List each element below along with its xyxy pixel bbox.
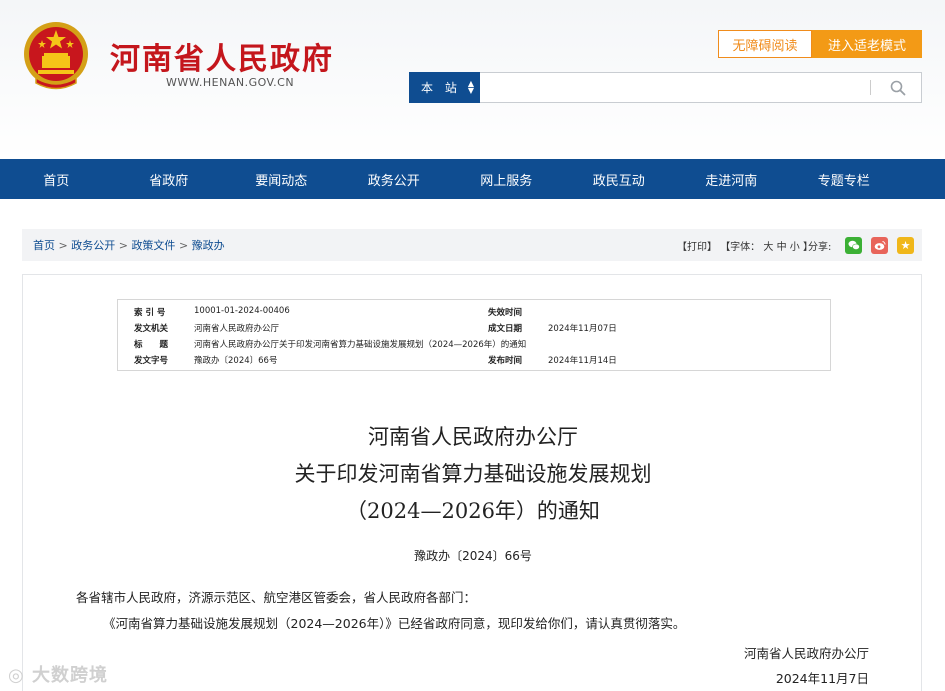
breadcrumb-separator: > — [178, 239, 189, 252]
updown-arrow-icon: ▲ ▼ — [467, 79, 474, 95]
watermark-text: 大数跨境 — [32, 665, 108, 686]
meta-index-value: 10001-01-2024-00406 — [194, 306, 290, 316]
nav-item-interaction[interactable]: 政民互动 — [563, 159, 676, 199]
doc-title-line-1: 河南省人民政府办公厅 — [368, 425, 578, 449]
nav-item-special-topics[interactable]: 专题专栏 — [788, 159, 901, 199]
meta-title-label: 标 题 — [134, 340, 169, 350]
breadcrumb-yuzhengban[interactable]: 豫政办 — [192, 239, 225, 252]
meta-docno-label: 发文字号 — [134, 356, 169, 366]
nav-item-home[interactable]: 首页 — [0, 159, 113, 199]
breadcrumb-public-affairs[interactable]: 政务公开 — [71, 239, 115, 252]
breadcrumb-policy-docs[interactable]: 政策文件 — [131, 239, 175, 252]
weibo-icon — [874, 241, 886, 250]
favorite-star-icon[interactable]: ★ — [897, 237, 914, 254]
search-icon[interactable] — [890, 80, 906, 96]
doc-title-line-2: 关于印发河南省算力基础设施发展规划 — [294, 462, 652, 486]
meta-issuer-label: 发文机关 — [134, 324, 169, 334]
font-small-button[interactable]: 小 — [790, 242, 800, 253]
search-scope-select[interactable]: 本 站 ▲ ▼ — [409, 72, 480, 103]
site-url: WWW.HENAN.GOV.CN — [166, 76, 295, 89]
meta-title-value: 河南省人民政府办公厅关于印发河南省算力基础设施发展规划（2024—2026年）的… — [194, 340, 527, 350]
watermark: ◎ 大数跨境 — [8, 661, 108, 687]
site-header: 河南省人民政府 WWW.HENAN.GOV.CN 无障碍阅读 进入适老模式 本 … — [0, 0, 945, 159]
meta-docno-value: 豫政办〔2024〕66号 — [194, 356, 278, 366]
page-tools: 【打印】 【字体： 大 中 小 】 — [677, 238, 813, 253]
meta-expire-label: 失效时间 — [488, 308, 523, 318]
search-input[interactable] — [480, 72, 922, 103]
doc-number: 豫政办〔2024〕66号 — [414, 549, 532, 563]
watermark-logo-icon: ◎ — [8, 665, 25, 686]
doc-sign-date: 2024年11月7日 — [775, 671, 869, 686]
site-title[interactable]: 河南省人民政府 — [110, 34, 334, 78]
wechat-icon — [848, 240, 860, 250]
breadcrumb-home[interactable]: 首页 — [33, 239, 55, 252]
breadcrumb: 首页 > 政务公开 > 政策文件 > 豫政办 — [33, 237, 225, 253]
weibo-share-icon[interactable] — [871, 237, 888, 254]
meta-date-label: 成文日期 — [488, 324, 523, 334]
breadcrumb-bar: 首页 > 政务公开 > 政策文件 > 豫政办 【打印】 【字体： 大 中 小 】… — [22, 229, 922, 261]
breadcrumb-separator: > — [58, 239, 68, 252]
nav-item-news[interactable]: 要闻动态 — [225, 159, 338, 199]
nav-item-about-henan[interactable]: 走进河南 — [675, 159, 788, 199]
search-scope-label: 本 站 — [421, 81, 461, 95]
meta-date-value: 2024年11月07日 — [548, 324, 617, 334]
main-nav: 首页 省政府 要闻动态 政务公开 网上服务 政民互动 走进河南 专题专栏 — [0, 159, 945, 199]
elder-mode-button[interactable]: 进入适老模式 — [812, 30, 922, 58]
doc-body-paragraph: 《河南省算力基础设施发展规划（2024—2026年）》已经省政府同意，现印发给你… — [103, 616, 686, 631]
nav-item-online-services[interactable]: 网上服务 — [450, 159, 563, 199]
doc-signer: 河南省人民政府办公厅 — [743, 646, 869, 661]
font-size-label: 【字体： — [720, 242, 761, 253]
font-medium-button[interactable]: 中 — [777, 242, 787, 253]
article-container: 索 引 号 10001-01-2024-00406 失效时间 发文机关 河南省人… — [22, 274, 922, 691]
print-button[interactable]: 【打印】 — [677, 242, 717, 253]
font-large-button[interactable]: 大 — [763, 242, 773, 253]
nav-item-government[interactable]: 省政府 — [113, 159, 226, 199]
wechat-share-icon[interactable] — [845, 237, 862, 254]
document-meta-table: 索 引 号 10001-01-2024-00406 失效时间 发文机关 河南省人… — [117, 299, 831, 371]
nav-item-public-affairs[interactable]: 政务公开 — [338, 159, 451, 199]
breadcrumb-separator: > — [118, 239, 128, 252]
meta-index-label: 索 引 号 — [134, 308, 166, 318]
national-emblem-icon[interactable] — [22, 20, 90, 92]
meta-publish-label: 发布时间 — [488, 356, 523, 366]
meta-issuer-value: 河南省人民政府办公厅 — [194, 324, 280, 334]
search-divider — [870, 80, 871, 95]
doc-title-line-3: （2024—2026年）的通知 — [346, 499, 600, 523]
doc-salutation: 各省辖市人民政府，济源示范区、航空港区管委会，省人民政府各部门： — [76, 590, 477, 605]
share-label: 分享: — [808, 242, 832, 253]
accessible-reading-button[interactable]: 无障碍阅读 — [718, 30, 812, 58]
meta-publish-value: 2024年11月14日 — [548, 356, 617, 366]
